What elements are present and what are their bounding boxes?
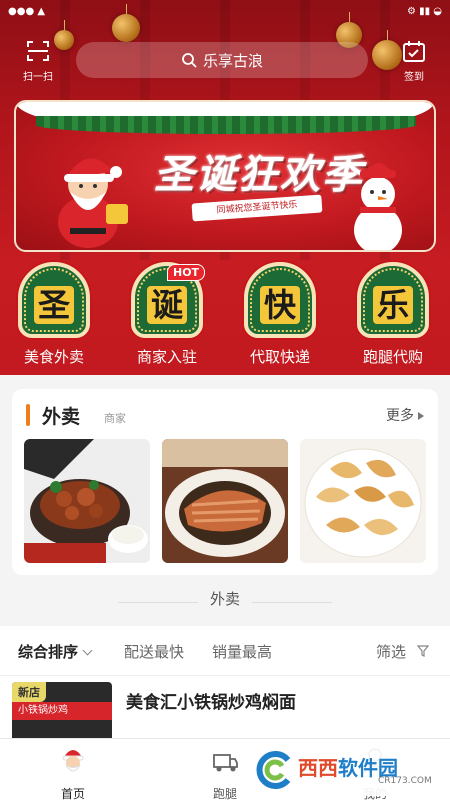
category-label: 商家入驻 <box>136 348 197 366</box>
christmas-banner[interactable]: 圣诞狂欢季 同城祝您圣诞节快乐 <box>14 100 436 252</box>
sort-comprehensive-label: 综合排序 <box>18 643 79 661</box>
divider-right <box>252 602 332 603</box>
category-glyph: 诞 <box>146 286 187 324</box>
filter-icon <box>416 645 430 657</box>
watermark-name-a: 西西 <box>298 756 338 780</box>
category-package-pickup[interactable]: 快 代取快递 <box>232 258 328 370</box>
category-glyph: 乐 <box>372 286 413 324</box>
dumplings-dish-icon <box>300 439 426 563</box>
category-label: 美食外卖 <box>23 348 84 366</box>
search-placeholder: 乐享古浪 <box>202 51 263 70</box>
sign-in-label: 签到 <box>404 72 424 83</box>
category-label: 代取快递 <box>249 348 310 366</box>
santa-home-icon <box>62 750 84 772</box>
santa-icon <box>58 158 128 248</box>
search-icon <box>182 53 197 68</box>
filter-button[interactable]: 筛选 <box>376 641 430 662</box>
shop-name: 美食汇小铁锅炒鸡焖面 <box>126 693 296 713</box>
category-row: 圣 美食外卖 诞 HOT 商家入驻 快 代取快递 乐 跑腿代购 <box>0 258 450 370</box>
arrow-right-icon <box>418 412 424 420</box>
section-label: 外卖 <box>209 590 240 608</box>
sort-best-selling[interactable]: 销量最高 <box>212 641 272 662</box>
delivery-cart-icon <box>213 754 238 772</box>
santa-frame-icon: 乐 <box>357 262 429 338</box>
search-bar[interactable]: 乐享古浪 <box>76 42 368 78</box>
watermark-logo: 西西软件园 CR173.COM <box>248 744 438 796</box>
category-label: 跑腿代购 <box>362 348 423 366</box>
festive-header: ●●● ▲ ⚙ ▮▮ ◒ 扫一扫 乐享古浪 签到 圣诞狂欢季 同城祝您圣诞节快乐… <box>0 0 450 375</box>
calendar-icon <box>403 41 425 62</box>
filter-label: 筛选 <box>376 643 407 661</box>
food-image-dumplings[interactable] <box>300 439 426 563</box>
hot-badge: HOT <box>167 264 206 281</box>
category-glyph: 快 <box>259 286 300 324</box>
garland-decoration <box>36 116 416 134</box>
sort-comprehensive[interactable]: 综合排序 <box>18 641 93 662</box>
scan-icon <box>27 41 49 61</box>
status-left: ●●● ▲ <box>8 6 46 17</box>
santa-frame-icon: 圣 <box>18 262 90 338</box>
takeaway-subtitle: 商家 <box>104 412 126 425</box>
watermark-icon <box>256 751 291 789</box>
scan-button[interactable]: 扫一扫 <box>16 40 60 83</box>
takeaway-card: 外卖 商家 更多 <box>12 389 438 575</box>
shop-thumbnail: 小铁锅炒鸡 新店 <box>12 682 112 740</box>
more-link[interactable]: 更多 <box>386 405 424 425</box>
category-merchant-join[interactable]: 诞 HOT 商家入驻 <box>119 258 215 370</box>
category-food-delivery[interactable]: 圣 美食外卖 <box>6 258 102 370</box>
sign-in-button[interactable]: 签到 <box>392 40 436 83</box>
category-errand[interactable]: 乐 跑腿代购 <box>345 258 441 370</box>
new-shop-badge: 新店 <box>12 682 46 702</box>
status-right: ⚙ ▮▮ ◒ <box>406 6 442 17</box>
sort-fastest-delivery[interactable]: 配送最快 <box>124 641 184 662</box>
snowman-icon <box>354 163 402 250</box>
tab-home-label: 首页 <box>60 787 85 800</box>
watermark-domain: CR173.COM <box>378 776 432 786</box>
status-bar: ●●● ▲ ⚙ ▮▮ ◒ <box>0 0 450 24</box>
scan-label: 扫一扫 <box>23 72 53 83</box>
category-glyph: 圣 <box>33 286 74 324</box>
food-image-pork[interactable] <box>162 439 288 563</box>
shop-list-item[interactable]: 小铁锅炒鸡 新店 美食汇小铁锅炒鸡焖面 <box>0 676 450 740</box>
shop-sign: 小铁锅炒鸡 <box>12 702 112 720</box>
chicken-dish-icon <box>24 439 150 563</box>
takeaway-title: 外卖 <box>42 406 81 428</box>
chevron-down-icon <box>82 645 93 656</box>
santa-frame-icon: 快 <box>244 262 316 338</box>
section-accent-bar <box>26 404 30 426</box>
more-label: 更多 <box>386 408 414 424</box>
tab-home[interactable]: 首页 <box>28 745 118 800</box>
sort-bar: 综合排序 配送最快 销量最高 筛选 <box>0 626 450 676</box>
food-image-chicken[interactable] <box>24 439 150 563</box>
pork-dish-icon <box>162 439 288 563</box>
